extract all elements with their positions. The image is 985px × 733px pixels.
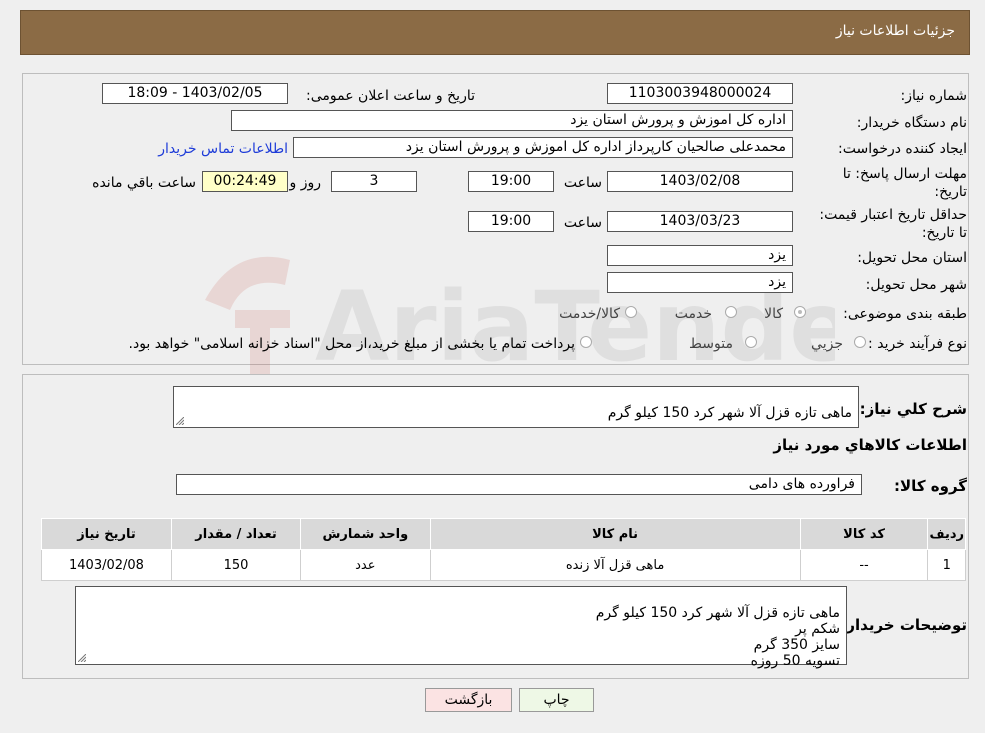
deadline-time-field: 19:00	[468, 171, 554, 192]
col-code-header: كد كالا	[799, 518, 929, 550]
process-note: پرداخت تمام یا بخشی از مبلغ خرید،از محل …	[128, 336, 575, 352]
resize-grip-icon[interactable]	[78, 654, 86, 662]
validity-label: حداقل تاریخ اعتبار قیمت: تا تاریخ:	[819, 207, 967, 241]
row-date-cell: 1403/02/08	[41, 549, 172, 581]
deadline-label: مهلت ارسال پاسخ: تا تاریخ:	[842, 166, 967, 200]
city-label: شهر محل تحویل:	[865, 277, 967, 293]
process-radio-minor[interactable]	[854, 336, 866, 348]
remaining-time-field: 00:24:49	[202, 171, 288, 192]
goods-table: رديف كد كالا نام كالا واحد شمارش تعداد /…	[41, 518, 966, 581]
creator-label: ایجاد کننده درخواست:	[838, 141, 967, 157]
col-name-header: نام كالا	[429, 518, 801, 550]
col-qty-header: تعداد / مقدار	[170, 518, 302, 550]
page-header: جزئیات اطلاعات نیاز	[20, 10, 970, 55]
buyer-field: اداره کل اموزش و پرورش استان یزد	[231, 110, 793, 131]
goods-group-field: فراورده های دامی	[176, 474, 862, 495]
category-option-service: خدمت	[674, 306, 712, 322]
buyer-notes-text: ماهی تازه قزل آلا شهر کرد 150 کیلو گرم ش…	[595, 605, 840, 669]
table-row: 1 -- ماهی قزل آلا زنده عدد 150 1403/02/0…	[41, 549, 966, 581]
category-radio-goods-service[interactable]	[625, 306, 637, 318]
announce-label: تاریخ و ساعت اعلان عمومی:	[306, 88, 475, 104]
province-label: استان محل تحویل:	[857, 250, 967, 266]
buyer-contact-link[interactable]: اطلاعات تماس خریدار	[158, 141, 288, 157]
province-field: یزد	[607, 245, 793, 266]
process-option-minor: جزیي	[811, 336, 843, 352]
table-header-row: رديف كد كالا نام كالا واحد شمارش تعداد /…	[41, 518, 966, 550]
row-qty-cell: 150	[170, 549, 302, 581]
city-field: یزد	[607, 272, 793, 293]
process-radio-medium[interactable]	[745, 336, 757, 348]
row-code-cell: --	[799, 549, 929, 581]
print-button[interactable]: چاپ	[519, 688, 594, 712]
col-unit-header: واحد شمارش	[300, 518, 431, 550]
announce-field: 1403/02/05 - 18:09	[102, 83, 288, 104]
need-number-label: شماره نیاز:	[900, 88, 968, 104]
category-radio-service[interactable]	[725, 306, 737, 318]
row-unit-cell: عدد	[300, 549, 431, 581]
days-label: روز و	[289, 175, 322, 191]
row-index-cell: 1	[927, 549, 966, 581]
col-date-header: تاريخ نياز	[41, 518, 172, 550]
buyer-notes-label: توضيحات خريدار:	[840, 616, 967, 634]
back-button[interactable]: بازگشت	[425, 688, 512, 712]
category-option-goods: کالا	[764, 306, 783, 322]
creator-field: محمدعلی صالحیان کارپرداز اداره کل اموزش …	[293, 137, 793, 158]
validity-time-label: ساعت	[563, 215, 602, 231]
remaining-label: ساعت باقي مانده	[92, 175, 196, 191]
col-row-header: رديف	[927, 518, 966, 550]
process-label: نوع فرآیند خرید :	[868, 336, 967, 352]
resize-grip-icon[interactable]	[176, 417, 184, 425]
buyer-notes-textarea[interactable]: ماهی تازه قزل آلا شهر کرد 150 کیلو گرم ش…	[75, 586, 847, 669]
need-number-field: 1103003948000024	[607, 83, 793, 104]
validity-date-field: 1403/03/23	[607, 211, 793, 232]
category-radio-goods[interactable]	[794, 306, 806, 318]
summary-label: شرح كلي نياز:	[859, 400, 967, 418]
page-title: جزئیات اطلاعات نیاز	[835, 23, 955, 39]
summary-textarea[interactable]: ماهی تازه قزل آلا شهر کرد 150 کیلو گرم	[173, 386, 859, 428]
deadline-date-field: 1403/02/08	[607, 171, 793, 192]
category-label: طبقه بندی موضوعی:	[843, 306, 967, 322]
row-name-cell: ماهی قزل آلا زنده	[429, 549, 801, 581]
treasury-checkbox[interactable]	[580, 336, 592, 348]
category-option-goods-service: کالا/خدمت	[559, 306, 620, 322]
deadline-time-label: ساعت	[563, 175, 602, 191]
summary-text: ماهی تازه قزل آلا شهر کرد 150 کیلو گرم	[607, 405, 852, 421]
days-field: 3	[331, 171, 417, 192]
validity-time-field: 19:00	[468, 211, 554, 232]
buyer-label: نام دستگاه خریدار:	[856, 115, 967, 131]
process-option-medium: متوسط	[689, 336, 733, 352]
goods-group-label: گروه كالا:	[894, 477, 967, 495]
goods-info-title: اطلاعات كالاهاي مورد نياز	[773, 436, 967, 454]
